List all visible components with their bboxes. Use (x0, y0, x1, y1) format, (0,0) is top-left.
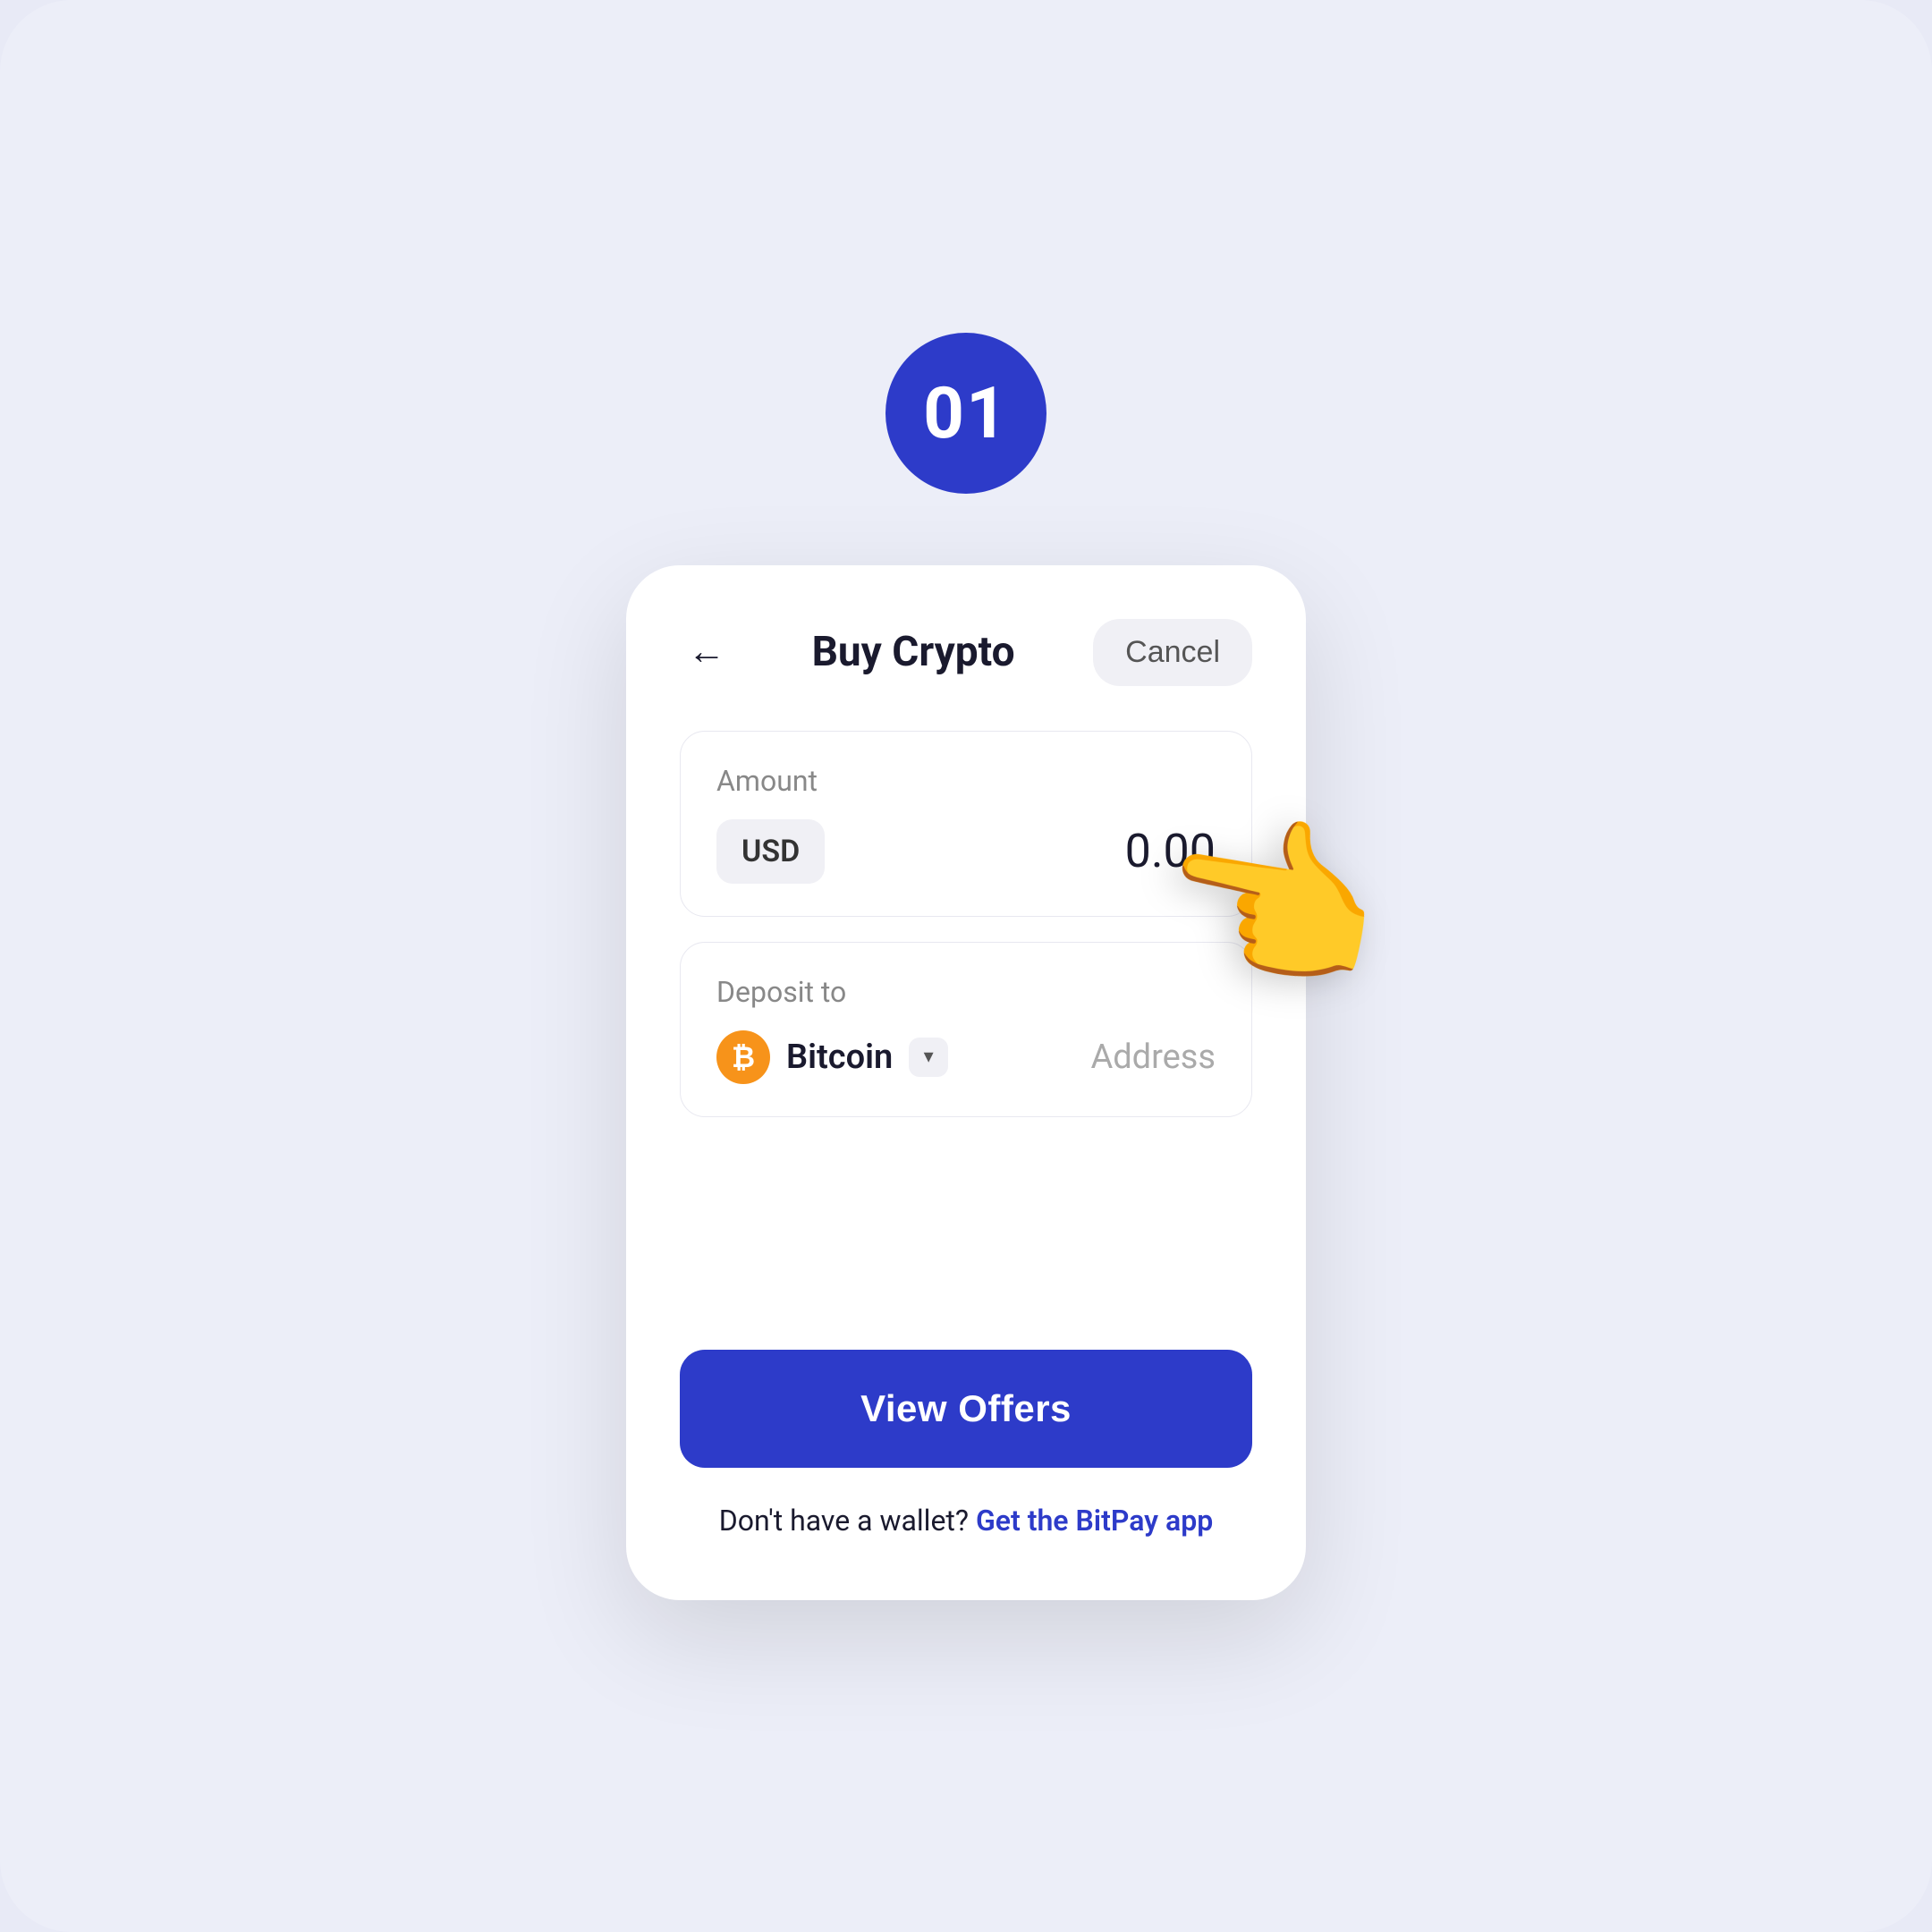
bitcoin-icon: ₿ (716, 1030, 770, 1084)
deposit-row: ₿ Bitcoin ▾ Address (716, 1030, 1216, 1084)
step-number: 01 (923, 371, 1009, 455)
amount-label: Amount (716, 764, 1216, 798)
deposit-label: Deposit to (716, 975, 1216, 1009)
bitpay-link[interactable]: Get the BitPay app (976, 1504, 1213, 1538)
hand-body: 👉 (1199, 816, 1521, 1084)
currency-selector[interactable]: USD (716, 819, 825, 884)
pointing-hand-emoji: 👉 (1149, 797, 1400, 1012)
address-label[interactable]: Address (1090, 1038, 1216, 1077)
view-offers-button[interactable]: View Offers (680, 1350, 1252, 1468)
wallet-footer: Don't have a wallet? Get the BitPay app (680, 1504, 1252, 1538)
phone-container: ← Buy Crypto Cancel Amount USD 0.00 Depo… (626, 565, 1306, 1600)
wallet-text-prefix: Don't have a wallet? (719, 1504, 969, 1538)
hand-illustration: 👉 (1199, 816, 1521, 1084)
page-background: 01 ← Buy Crypto Cancel Amount USD 0.00 (0, 0, 1932, 1932)
phone-header: ← Buy Crypto Cancel (680, 619, 1252, 686)
step-badge: 01 (886, 333, 1046, 494)
cancel-button[interactable]: Cancel (1093, 619, 1252, 686)
spacer (680, 1171, 1252, 1350)
crypto-name: Bitcoin (786, 1038, 893, 1077)
back-button[interactable]: ← (680, 625, 733, 679)
amount-row: USD 0.00 (716, 819, 1216, 884)
chevron-down-icon: ▾ (909, 1038, 948, 1077)
crypto-selector[interactable]: ₿ Bitcoin ▾ (716, 1030, 948, 1084)
page-title: Buy Crypto (812, 628, 1015, 676)
back-arrow-icon: ← (688, 633, 725, 671)
